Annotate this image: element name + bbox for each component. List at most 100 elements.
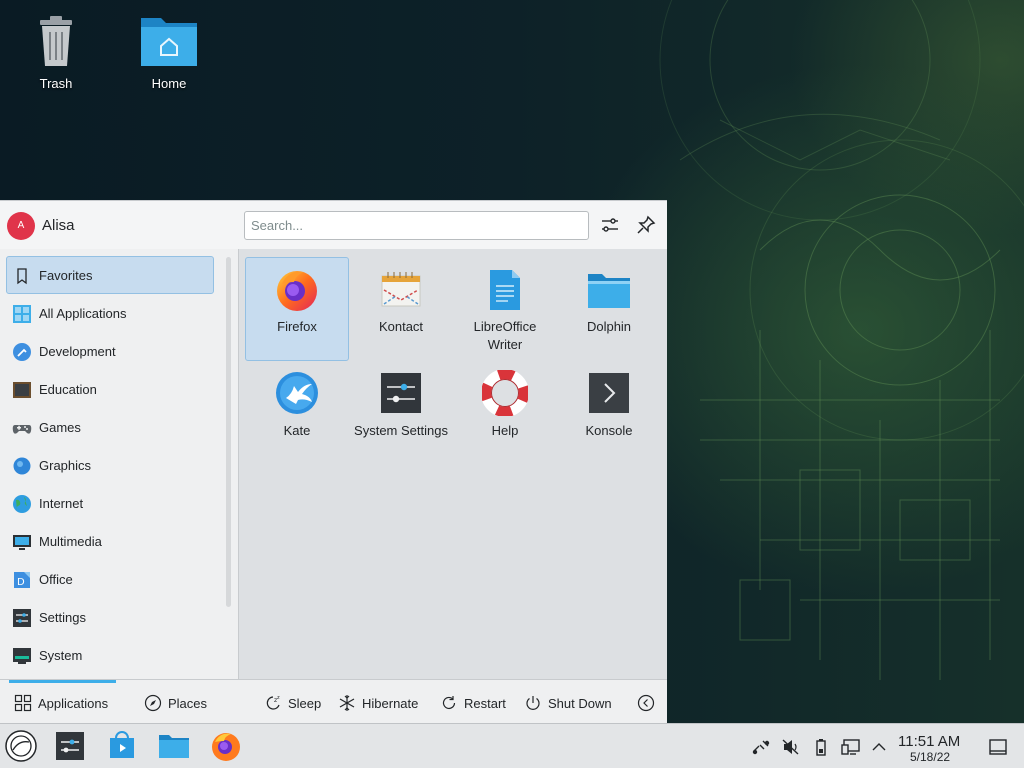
category-label: Education xyxy=(39,382,97,397)
app-label: Kontact xyxy=(378,319,424,334)
volume-muted-icon[interactable] xyxy=(781,737,801,757)
chevron-left-icon xyxy=(637,694,655,712)
category-system[interactable]: System xyxy=(6,636,214,674)
desktop-icon-home[interactable]: Home xyxy=(124,10,214,91)
hibernate-button[interactable]: Hibernate xyxy=(338,692,418,714)
configure-icon[interactable] xyxy=(598,213,622,237)
category-label: System xyxy=(39,648,83,663)
category-label: Graphics xyxy=(39,458,92,473)
app-dolphin[interactable]: Dolphin xyxy=(557,257,661,361)
category-label: Multimedia xyxy=(39,534,102,549)
snowflake-icon xyxy=(338,694,356,712)
app-libreoffice-writer[interactable]: LibreOffice Writer xyxy=(453,257,557,361)
hibernate-label: Hibernate xyxy=(362,695,419,711)
category-internet[interactable]: Internet xyxy=(6,484,214,522)
system-icon xyxy=(12,646,32,666)
active-tab-indicator xyxy=(9,680,116,683)
app-kate[interactable]: Kate xyxy=(245,361,349,465)
more-power-options-button[interactable] xyxy=(637,692,661,714)
home-folder-icon xyxy=(139,10,199,70)
category-all-applications[interactable]: All Applications xyxy=(6,294,214,332)
development-icon xyxy=(12,342,32,362)
app-konsole[interactable]: Konsole xyxy=(557,361,661,465)
category-graphics[interactable]: Graphics xyxy=(6,446,214,484)
app-system-settings[interactable]: System Settings xyxy=(349,361,453,465)
tab-places[interactable]: Places xyxy=(144,692,207,714)
application-launcher-button[interactable] xyxy=(5,730,37,762)
pin-icon[interactable] xyxy=(634,213,658,237)
settings-icon xyxy=(12,608,32,628)
network-icon[interactable] xyxy=(751,737,771,757)
category-multimedia[interactable]: Multimedia xyxy=(6,522,214,560)
globe-icon xyxy=(12,494,32,514)
app-kontact[interactable]: Kontact xyxy=(349,257,453,361)
office-icon: D xyxy=(12,570,32,590)
avatar[interactable]: A xyxy=(7,212,35,240)
clock-date[interactable]: 5/18/22 xyxy=(910,750,950,764)
category-favorites[interactable]: Favorites xyxy=(6,256,214,294)
app-label: System Settings xyxy=(354,423,448,438)
category-label: All Applications xyxy=(39,306,127,321)
taskbar-system-settings[interactable] xyxy=(54,730,86,762)
category-office[interactable]: D Office xyxy=(6,560,214,598)
sleep-icon: zz xyxy=(264,694,282,712)
multimedia-icon xyxy=(12,532,32,552)
category-development[interactable]: Development xyxy=(6,332,214,370)
taskbar: 11:51 AM 5/18/22 xyxy=(0,723,1024,768)
app-label: LibreOffice Writer xyxy=(473,319,537,352)
tab-label: Applications xyxy=(38,695,109,711)
app-label: Firefox xyxy=(277,319,317,334)
category-label: Favorites xyxy=(39,268,93,283)
app-firefox[interactable]: Firefox xyxy=(245,257,349,361)
clock-time[interactable]: 11:51 AM xyxy=(898,733,960,750)
category-label: Settings xyxy=(39,610,86,625)
category-label: Office xyxy=(39,572,73,587)
app-label: Dolphin xyxy=(586,319,632,334)
category-settings[interactable]: Settings xyxy=(6,598,214,636)
education-icon xyxy=(12,380,32,400)
desktop-icon-trash[interactable]: Trash xyxy=(11,10,101,91)
sleep-label: Sleep xyxy=(288,695,322,711)
gamepad-icon xyxy=(12,418,32,438)
tab-label: Places xyxy=(168,695,208,711)
taskbar-discover[interactable] xyxy=(106,730,138,762)
category-label: Internet xyxy=(39,496,84,511)
favorites-grid: Firefox Kontact LibreOffice Writer Dolph… xyxy=(238,249,667,679)
app-label: Konsole xyxy=(585,423,633,438)
firefox-icon xyxy=(274,266,320,312)
libreoffice-writer-icon xyxy=(482,266,528,312)
taskbar-dolphin[interactable] xyxy=(158,730,190,762)
system-settings-icon xyxy=(378,370,424,416)
help-lifebuoy-icon xyxy=(481,369,529,417)
tab-applications[interactable]: Applications xyxy=(14,692,108,714)
restart-label: Restart xyxy=(464,695,506,711)
show-desktop-icon[interactable] xyxy=(988,737,1008,757)
svg-text:D: D xyxy=(17,577,25,588)
chevron-up-icon[interactable] xyxy=(869,737,889,757)
display-configuration-icon[interactable] xyxy=(841,737,861,757)
graphics-icon xyxy=(12,456,32,476)
category-games[interactable]: Games xyxy=(6,408,214,446)
bookmark-icon xyxy=(12,266,32,286)
launcher-footer: Applications Places zz Sleep Hibernate R… xyxy=(0,679,667,724)
restart-button[interactable]: Restart xyxy=(440,692,506,714)
shutdown-label: Shut Down xyxy=(548,695,612,711)
battery-icon[interactable] xyxy=(811,737,831,757)
search-input[interactable] xyxy=(244,211,589,240)
user-name: Alisa xyxy=(42,217,75,234)
taskbar-firefox[interactable] xyxy=(210,730,242,762)
power-icon xyxy=(524,694,542,712)
shutdown-button[interactable]: Shut Down xyxy=(524,692,612,714)
restart-icon xyxy=(440,694,458,712)
compass-icon xyxy=(144,694,162,712)
category-label: Development xyxy=(39,344,116,359)
sleep-button[interactable]: zz Sleep xyxy=(264,692,321,714)
category-sidebar: Favorites All Applications Development E… xyxy=(0,253,222,677)
grid-apps-icon xyxy=(12,304,32,324)
sidebar-scrollbar[interactable] xyxy=(226,257,231,607)
app-help[interactable]: Help xyxy=(453,361,557,465)
desktop-icon-label: Trash xyxy=(39,76,73,91)
app-label: Help xyxy=(491,423,519,438)
category-label: Games xyxy=(39,420,81,435)
category-education[interactable]: Education xyxy=(6,370,214,408)
